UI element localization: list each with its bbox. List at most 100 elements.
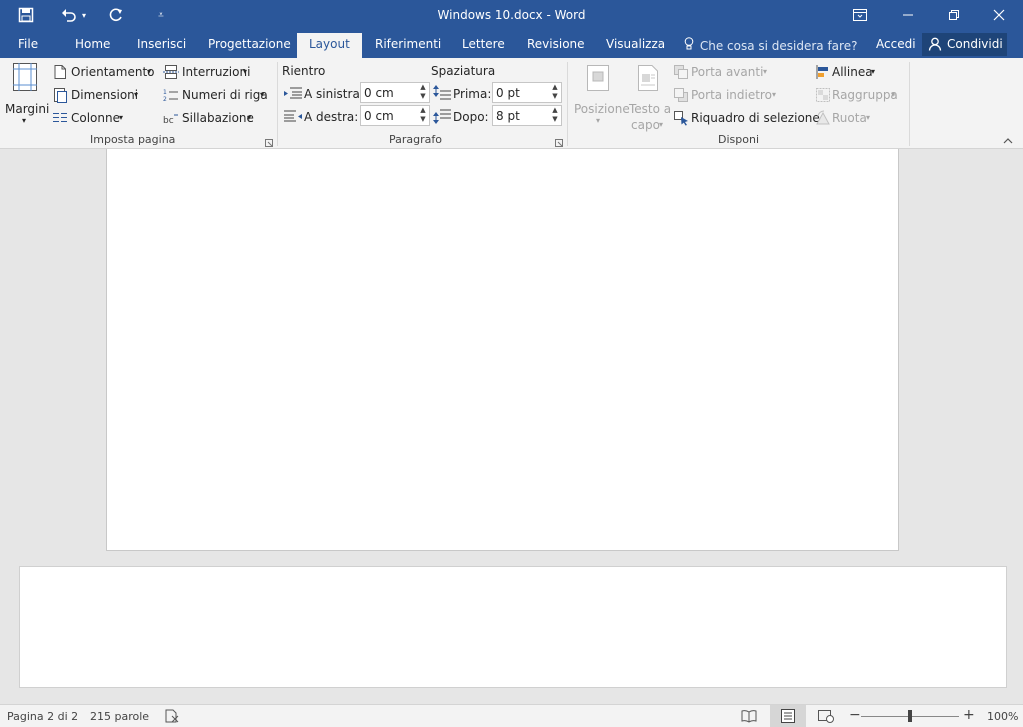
tab-insert[interactable]: Inserisci — [137, 37, 186, 51]
chevron-down-icon: ▾ — [763, 67, 768, 76]
size-button[interactable]: Dimensioni ▾ — [52, 85, 144, 105]
page-setup-group-label: Imposta pagina — [90, 133, 176, 146]
tab-design[interactable]: Progettazione — [208, 37, 291, 51]
print-layout-icon — [780, 709, 796, 726]
zoom-level[interactable]: 100% — [987, 710, 1018, 723]
spin-arrows-icon[interactable]: ▲ ▼ — [417, 83, 429, 102]
paragraph-group-label: Paragrafo — [389, 133, 442, 146]
orientation-label: Orientamento — [71, 65, 155, 79]
align-label: Allinea — [832, 65, 873, 79]
indent-left-value: 0 cm — [364, 86, 394, 100]
indent-right-label: A destra: — [304, 110, 359, 124]
web-layout-icon[interactable] — [818, 709, 834, 726]
svg-text:bc: bc — [163, 116, 174, 125]
line-numbers-label: Numeri di riga — [182, 88, 268, 102]
columns-icon — [52, 111, 68, 128]
chevron-down-icon: ▾ — [22, 116, 27, 125]
word-count[interactable]: 215 parole — [90, 710, 149, 723]
proofing-icon[interactable] — [164, 709, 180, 726]
page-count[interactable]: Pagina 2 di 2 — [7, 710, 78, 723]
lightbulb-icon — [684, 37, 696, 53]
tab-layout[interactable]: Layout — [297, 33, 362, 58]
chevron-down-icon: ▾ — [772, 90, 777, 99]
tab-home[interactable]: Home — [75, 37, 110, 51]
spacing-after-label: Dopo: — [453, 110, 489, 124]
document-page[interactable] — [106, 149, 899, 551]
ribbon-tabs: File Home Inserisci Progettazione Layout… — [0, 31, 1023, 58]
zoom-out-icon[interactable]: − — [849, 707, 861, 723]
breaks-label: Interruzioni — [182, 65, 251, 79]
orientation-button[interactable]: Orientamento ▾ — [52, 62, 156, 82]
page-size-icon — [52, 87, 68, 106]
page-setup-launcher-icon[interactable] — [265, 136, 273, 150]
minimize-icon[interactable] — [897, 4, 919, 26]
indent-left-label: A sinistra: — [304, 87, 364, 101]
send-backward-button[interactable]: Porta indietro ▾ — [673, 85, 783, 105]
chevron-down-icon: ▾ — [119, 113, 124, 122]
tell-me-search[interactable]: Che cosa si desidera fare? — [684, 37, 857, 53]
read-mode-icon[interactable] — [741, 709, 757, 726]
line-numbers-icon: 12 — [163, 87, 179, 106]
collapse-ribbon-icon[interactable] — [1003, 134, 1013, 148]
indent-right-input[interactable]: 0 cm ▲ ▼ — [360, 105, 430, 126]
print-layout-button[interactable] — [770, 705, 806, 727]
indent-right-value: 0 cm — [364, 109, 394, 123]
align-icon — [815, 64, 831, 83]
breaks-button[interactable]: Interruzioni ▾ — [163, 62, 255, 82]
spin-arrows-icon[interactable]: ▲ ▼ — [417, 106, 429, 125]
spacing-after-value: 8 pt — [496, 109, 520, 123]
zoom-slider-thumb[interactable] — [908, 710, 912, 722]
sign-in-link[interactable]: Accedi — [876, 37, 916, 51]
margins-button[interactable]: Margini ▾ — [4, 62, 50, 128]
chevron-down-icon: ▾ — [891, 90, 896, 99]
breaks-icon — [163, 64, 179, 83]
tab-view[interactable]: Visualizza — [606, 37, 665, 51]
spacing-after-icon — [433, 108, 451, 127]
group-objects-button[interactable]: Raggruppa ▾ — [815, 85, 901, 105]
columns-button[interactable]: Colonne ▾ — [52, 108, 128, 128]
rotate-button[interactable]: Ruota ▾ — [815, 108, 877, 128]
line-numbers-button[interactable]: 12 Numeri di riga ▾ — [163, 85, 271, 105]
margins-label: Margini — [5, 102, 50, 116]
wrap-text-button[interactable]: Testo a capo ▾ — [627, 62, 671, 132]
selection-pane-button[interactable]: Riquadro di selezione — [673, 108, 820, 129]
align-button[interactable]: Allinea ▾ — [815, 62, 881, 82]
tab-references[interactable]: Riferimenti — [375, 37, 441, 51]
document-page[interactable] — [19, 566, 1007, 688]
bring-forward-button[interactable]: Porta avanti ▾ — [673, 62, 773, 82]
spin-arrows-icon[interactable]: ▲ ▼ — [549, 106, 561, 125]
chevron-down-icon: ▾ — [659, 120, 664, 129]
position-button[interactable]: Posizione ▾ — [572, 62, 630, 130]
arrange-group-label: Disponi — [718, 133, 759, 146]
indent-left-input[interactable]: 0 cm ▲ ▼ — [360, 82, 430, 103]
bring-forward-label: Porta avanti — [691, 65, 764, 79]
chevron-down-icon: ▾ — [260, 90, 265, 99]
tab-file[interactable]: File — [18, 37, 38, 51]
restore-icon[interactable] — [943, 4, 965, 26]
spin-arrows-icon[interactable]: ▲ ▼ — [549, 83, 561, 102]
chevron-down-icon: ▾ — [866, 113, 871, 122]
hyphenation-button[interactable]: bc Sillabazione ▾ — [163, 108, 259, 128]
position-icon — [586, 64, 610, 95]
bring-forward-icon — [673, 64, 689, 83]
paragraph-launcher-icon[interactable] — [555, 136, 563, 150]
group-separator — [909, 62, 910, 146]
chevron-down-icon: ▾ — [596, 116, 601, 125]
wrap-text-icon — [636, 64, 660, 95]
ribbon-display-icon[interactable] — [849, 4, 871, 26]
send-backward-icon — [673, 87, 689, 106]
close-icon[interactable] — [988, 4, 1010, 26]
zoom-in-icon[interactable]: + — [963, 707, 975, 723]
share-button[interactable]: Condividi — [922, 33, 1007, 56]
group-icon — [815, 87, 831, 106]
spacing-after-input[interactable]: 8 pt ▲ ▼ — [492, 105, 562, 126]
selection-pane-icon — [673, 110, 689, 129]
rotate-label: Ruota — [832, 111, 867, 125]
tab-review[interactable]: Revisione — [527, 37, 585, 51]
spacing-before-icon — [433, 85, 451, 104]
chevron-down-icon: ▾ — [134, 90, 139, 99]
tab-mailings[interactable]: Lettere — [462, 37, 505, 51]
indent-heading: Rientro — [282, 64, 326, 78]
columns-label: Colonne — [71, 111, 120, 125]
spacing-before-input[interactable]: 0 pt ▲ ▼ — [492, 82, 562, 103]
